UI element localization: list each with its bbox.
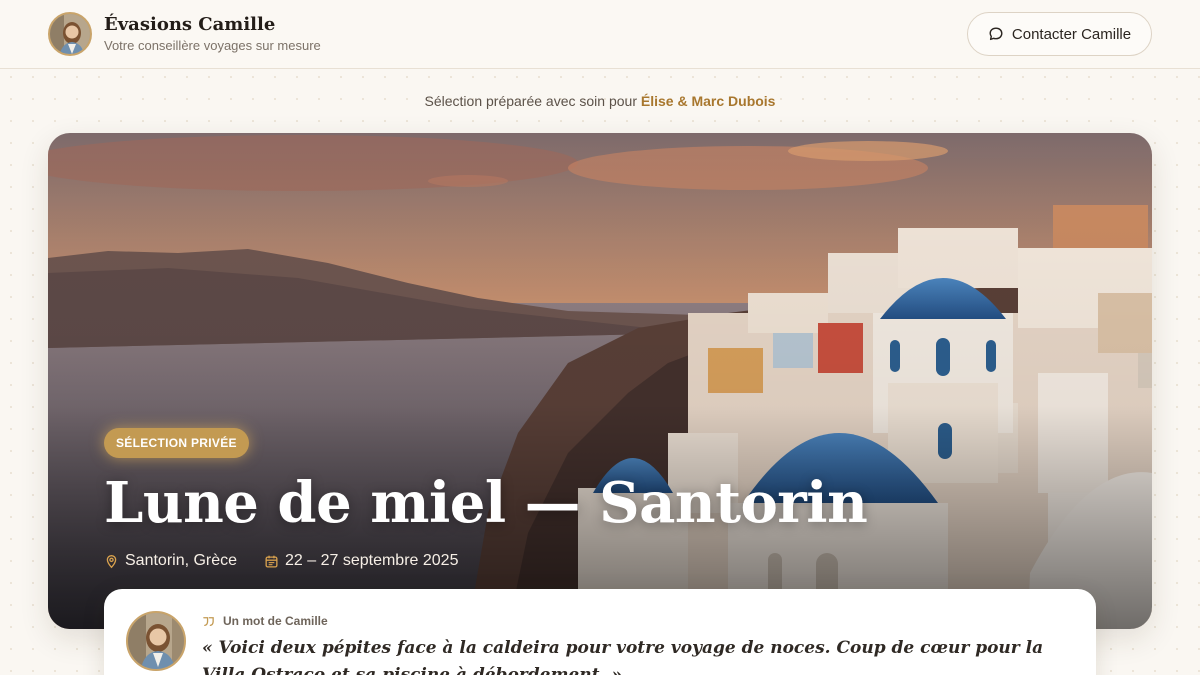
selection-note: Sélection préparée avec soin pour Élise … xyxy=(0,93,1200,109)
trip-location: Santorin, Grèce xyxy=(104,550,237,572)
brand-name[interactable]: Évasions Camille xyxy=(104,14,275,35)
advisor-note-card: Un mot de Camille « Voici deux pépites f… xyxy=(104,589,1096,675)
advisor-quote: « Voici deux pépites face à la caldeira … xyxy=(202,638,1044,675)
private-selection-badge: SÉLECTION PRIVÉE xyxy=(104,428,249,458)
brand-tagline: Votre conseillère voyages sur mesure xyxy=(104,38,321,53)
calendar-icon xyxy=(265,555,278,567)
contact-button-label: Contacter Camille xyxy=(1011,25,1132,43)
note-label: Un mot de Camille xyxy=(202,614,328,628)
site-header: Évasions Camille Votre conseillère voyag… xyxy=(0,0,1200,69)
trip-dates: 22 – 27 septembre 2025 xyxy=(264,550,458,572)
selection-prefix: Sélection préparée avec soin pour xyxy=(424,93,641,109)
client-names: Élise & Marc Dubois xyxy=(640,93,776,109)
advisor-avatar xyxy=(126,611,186,671)
brand-avatar[interactable] xyxy=(48,12,92,56)
note-label-text: Un mot de Camille xyxy=(223,614,328,628)
contact-camille-button[interactable]: Contacter Camille xyxy=(967,12,1152,56)
map-pin-icon xyxy=(106,554,117,568)
quote-icon xyxy=(203,616,214,626)
location-text: Santorin, Grèce xyxy=(125,552,238,569)
chat-bubble-icon xyxy=(989,27,1003,41)
hero-title: Lune de miel — Santorin xyxy=(104,470,868,536)
dates-text: 22 – 27 septembre 2025 xyxy=(285,552,459,569)
